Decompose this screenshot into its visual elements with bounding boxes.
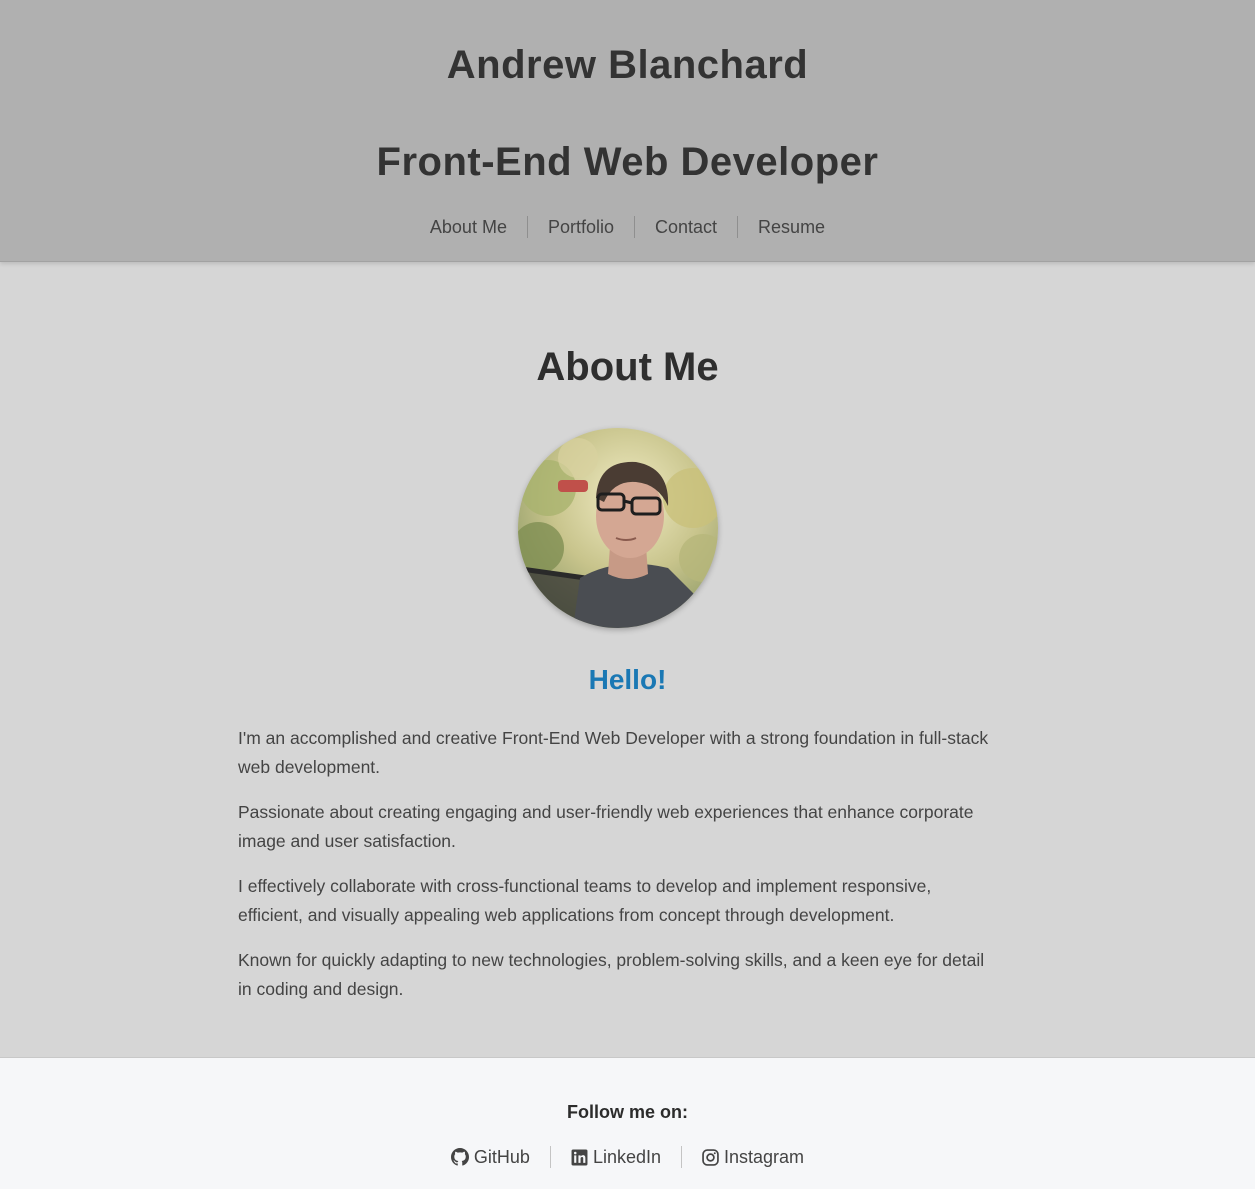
bio-paragraph: Passionate about creating engaging and u… bbox=[238, 802, 974, 851]
about-section: About Me Hello! I'm an accomplished and … bbox=[0, 262, 1255, 1057]
instagram-link[interactable]: Instagram bbox=[682, 1144, 824, 1170]
instagram-label: Instagram bbox=[724, 1147, 805, 1167]
nav-about-me[interactable]: About Me bbox=[410, 214, 527, 240]
github-icon bbox=[450, 1148, 469, 1166]
section-title: About Me bbox=[536, 345, 719, 389]
github-link[interactable]: GitHub bbox=[431, 1144, 550, 1170]
bio-paragraph: I'm an accomplished and creative Front-E… bbox=[238, 728, 989, 777]
site-name: Andrew Blanchard bbox=[446, 43, 809, 87]
github-label: GitHub bbox=[473, 1147, 530, 1167]
site-footer: Follow me on: GitHub LinkedIn Instagram bbox=[0, 1057, 1255, 1189]
profile-photo-illustration bbox=[518, 428, 718, 628]
nav-portfolio[interactable]: Portfolio bbox=[528, 214, 634, 240]
main-nav: About Me Portfolio Contact Resume bbox=[0, 214, 1255, 240]
nav-contact[interactable]: Contact bbox=[635, 214, 737, 240]
greeting-heading: Hello! bbox=[588, 664, 667, 695]
profile-photo bbox=[518, 428, 718, 628]
linkedin-icon bbox=[571, 1149, 588, 1165]
social-links: GitHub LinkedIn Instagram bbox=[0, 1144, 1255, 1170]
bio-paragraph: I effectively collaborate with cross-fun… bbox=[238, 876, 932, 925]
linkedin-label: LinkedIn bbox=[592, 1147, 662, 1167]
bio-text: I'm an accomplished and creative Front-E… bbox=[238, 724, 998, 1020]
bio-paragraph: Known for quickly adapting to new techno… bbox=[238, 950, 985, 999]
instagram-icon bbox=[702, 1148, 719, 1166]
follow-label: Follow me on: bbox=[567, 1102, 688, 1122]
site-header: Andrew Blanchard Front-End Web Developer… bbox=[0, 0, 1255, 262]
site-role: Front-End Web Developer bbox=[376, 140, 879, 184]
nav-resume[interactable]: Resume bbox=[738, 214, 845, 240]
linkedin-link[interactable]: LinkedIn bbox=[551, 1144, 681, 1170]
